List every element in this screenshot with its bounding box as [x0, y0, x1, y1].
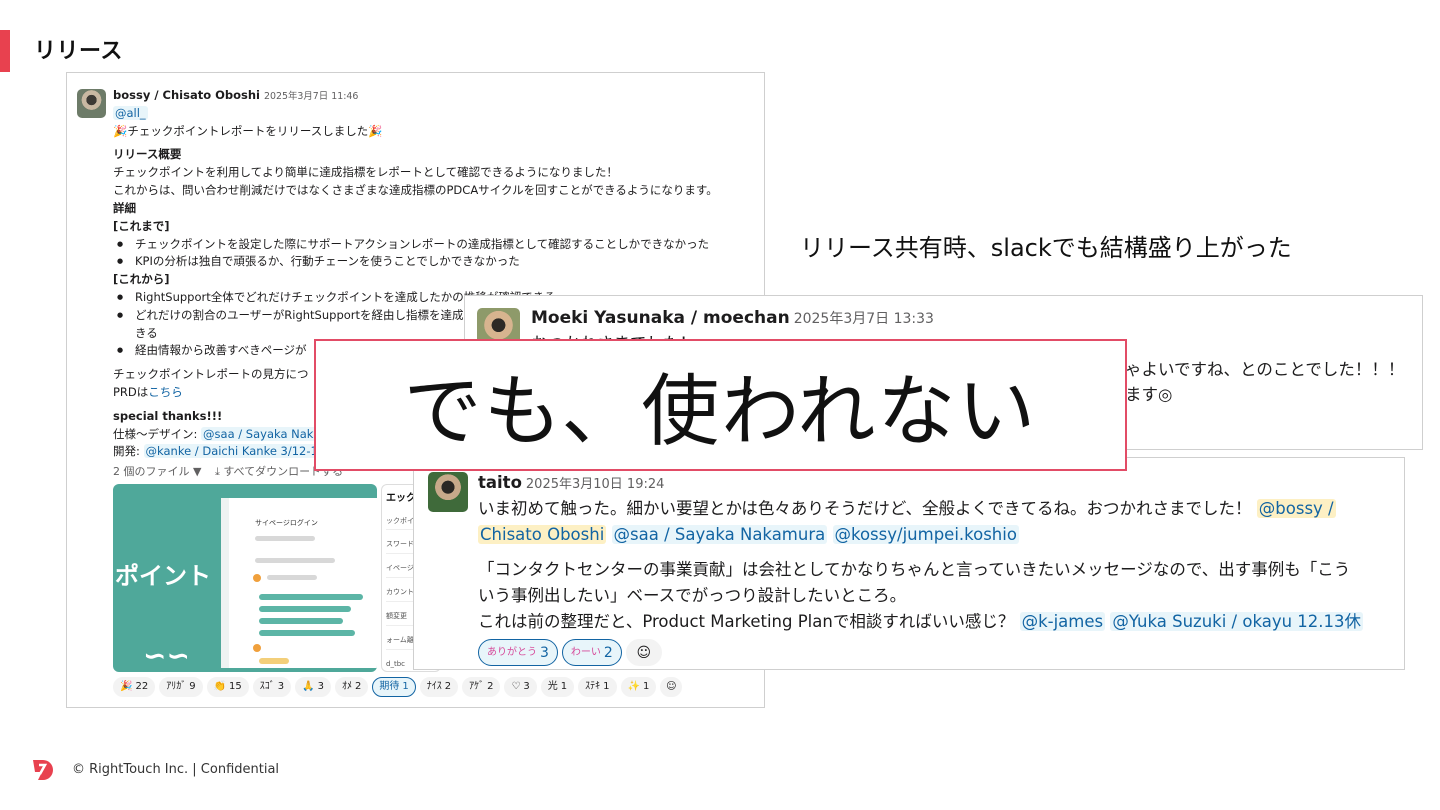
mention-all[interactable]: @all_	[113, 105, 148, 120]
reaction-chip[interactable]: ｽｺﾞ 3	[252, 677, 292, 697]
summary-line: これからは、問い合わせ削減だけではなくさまざまな達成指標のPDCAサイクルを回す…	[113, 183, 718, 198]
reaction-chip[interactable]: 🎉 22	[113, 677, 156, 697]
preview-word: ポイント	[115, 562, 211, 590]
mention-saa[interactable]: @saa / Sayaka Nakamura	[611, 525, 828, 545]
party-emoji-icon: 🎉	[113, 123, 128, 138]
preview-sheet-heading: サイページログイン	[255, 519, 318, 527]
reaction-chip[interactable]: 光1	[540, 677, 575, 697]
file-preview-image[interactable]: ポイント ∽∽ サイページログイン	[113, 484, 377, 672]
footer-copyright: © RightTouch Inc. | Confidential	[72, 762, 280, 777]
avatar[interactable]	[77, 89, 106, 118]
dev-label: 開発:	[113, 444, 144, 459]
reaction-chip[interactable]: ｽﾃｷ 1	[578, 677, 617, 697]
mention-kossy[interactable]: @kossy/jumpei.koshio	[832, 525, 1019, 545]
message-text: これは前の整理だと、Product Marketing Planで相談すればいい…	[478, 612, 1015, 632]
timestamp[interactable]: 2025年3月10日 19:24	[526, 477, 665, 492]
reaction-chip[interactable]: ﾅｲｽ 2	[419, 677, 459, 697]
slide-title: リリース	[34, 39, 123, 64]
timestamp[interactable]: 2025年3月7日 13:33	[794, 311, 934, 327]
download-icon: ⤓	[214, 465, 220, 479]
add-reaction-icon[interactable]: ☺	[660, 677, 683, 697]
party-emoji-icon: 🎉	[368, 123, 383, 138]
reaction-chip[interactable]: 👏 15	[206, 677, 249, 697]
reaction-chip[interactable]: ✨ 1	[620, 677, 657, 697]
reaction-chip[interactable]: ｱﾘｶﾞ 9	[159, 677, 203, 697]
details-heading: 詳細	[113, 200, 136, 215]
dev-mention[interactable]: @kanke / Daichi Kanke 3/12-13	[143, 444, 328, 459]
preview-sheet: サイページログイン	[221, 498, 377, 668]
author-name[interactable]: bossy / Chisato Oboshi	[113, 88, 260, 102]
after-heading: [これから]	[113, 272, 170, 287]
spec-mention[interactable]: @saa / Sayaka Naka	[201, 426, 323, 441]
squiggle-decoration: ∽∽	[143, 639, 190, 672]
slack-post-taito: taito 2025年3月10日 19:24 いま初めて触った。細かい要望とかは色…	[413, 457, 1405, 670]
before-list: チェックポイントを設定した際にサポートアクションレポートの達成指標として確認する…	[113, 236, 754, 272]
reaction-chip[interactable]: ｱｹﾞ 2	[462, 677, 501, 697]
add-reaction-icon[interactable]: ☺	[625, 639, 662, 667]
reaction-chip-selected[interactable]: 期待 1	[372, 677, 416, 697]
author-name[interactable]: taito	[478, 473, 522, 492]
mention-yuka[interactable]: @Yuka Suzuki / okayu 12.13休	[1110, 612, 1364, 632]
reaction-chip-selected[interactable]: わーい 2	[561, 639, 622, 667]
author-name[interactable]: Moeki Yasunaka / moechan	[531, 308, 790, 328]
prd-prefix: PRDは	[113, 385, 149, 399]
overlay-callout: でも、使われない	[314, 339, 1127, 471]
reaction-chip[interactable]: ｵﾒ 2	[334, 677, 369, 697]
list-item: KPIの分析は独自で頑張るか、行動チェーンを使うことでしかできなかった	[117, 253, 754, 271]
mention-k-james[interactable]: @k-james	[1019, 612, 1106, 632]
mention-bossy[interactable]: @bossy /	[1256, 499, 1336, 519]
summary-line: チェックポイントを利用してより簡単に達成指標をレポートとして確認できるようになり…	[113, 165, 618, 180]
files-toggle[interactable]: 2 個のファイル ▼	[113, 465, 201, 478]
reaction-chip[interactable]: ♡ 3	[504, 677, 537, 697]
headline: チェックポイントレポートをリリースしました	[127, 123, 369, 138]
title-accent-bar	[0, 30, 10, 72]
righttouch-logo-icon	[33, 760, 53, 780]
message-text: いう事例出したい」ベースでがっつり設計したいところ。	[478, 586, 907, 606]
avatar[interactable]	[428, 472, 468, 512]
reaction-bar: 🎉 22 ｱﾘｶﾞ 9 👏 15 ｽｺﾞ 3 🙏 3 ｵﾒ 2 期待 1 ﾅｲｽ 2 ｱｹﾞ 2 …	[113, 677, 683, 697]
prd-link[interactable]: こちら	[148, 385, 183, 399]
mention-bossy[interactable]: Chisato Oboshi	[478, 525, 607, 545]
reaction-bar: ありがとう 3 わーい 2 ☺	[478, 639, 1392, 667]
message-text: 「コンタクトセンターの事業貢献」は会社としてかなりちゃんと言っていきたいメッセー…	[478, 560, 1351, 580]
timestamp[interactable]: 2025年3月7日 11:46	[264, 91, 358, 102]
before-heading: [これまで]	[113, 218, 170, 233]
spec-label: 仕様〜デザイン:	[113, 426, 202, 441]
side-note: リリース共有時、slackでも結構盛り上がった	[800, 234, 1292, 262]
overlay-text: でも、使われない	[403, 367, 1038, 457]
reaction-chip[interactable]: 🙏 3	[295, 677, 331, 697]
reaction-chip-selected[interactable]: ありがとう 3	[478, 639, 558, 667]
message-text: いま初めて触った。細かい要望とかは色々ありそうだけど、全般よくできてるね。おつか…	[478, 499, 1252, 519]
summary-heading: リリース概要	[113, 147, 182, 162]
list-item: チェックポイントを設定した際にサポートアクションレポートの達成指標として確認する…	[117, 236, 754, 254]
